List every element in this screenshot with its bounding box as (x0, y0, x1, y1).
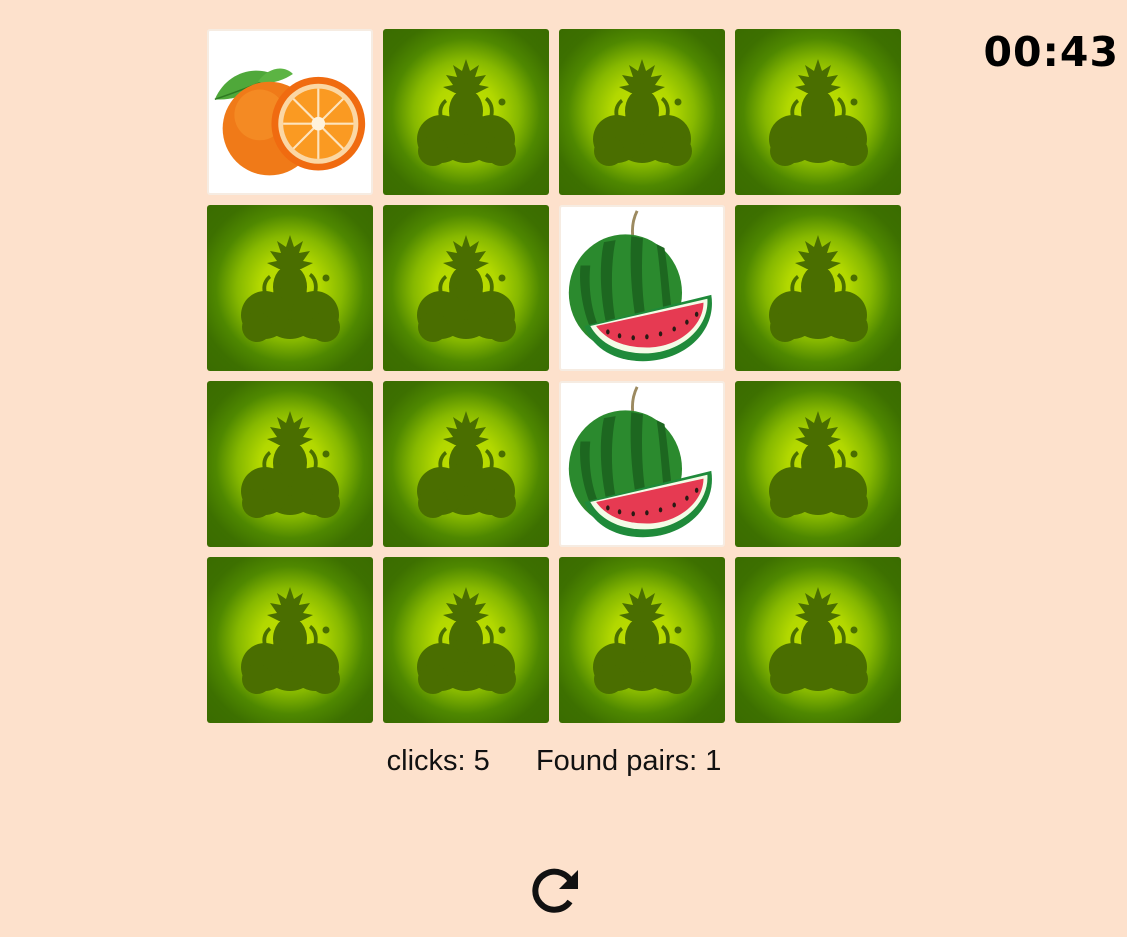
card-face-down[interactable] (559, 557, 725, 723)
fruit-silhouette-icon (417, 411, 516, 518)
card-orange[interactable] (207, 29, 373, 195)
clicks-label: clicks: (386, 745, 466, 777)
fruit-silhouette-icon (769, 235, 868, 342)
fruit-silhouette-icon (769, 587, 868, 694)
watermelon-icon (568, 386, 712, 538)
card-face-down[interactable] (559, 29, 725, 195)
clicks-count: 5 (473, 745, 490, 777)
card-watermelon[interactable] (559, 381, 725, 547)
game-stats: clicks: 5 Found pairs: 1 (207, 744, 901, 778)
orange-icon (214, 68, 366, 176)
card-face-down[interactable] (383, 29, 549, 195)
found-pairs-count: 1 (705, 745, 722, 777)
found-pairs-label: Found pairs: (535, 745, 698, 777)
fruit-silhouette-icon (593, 587, 692, 694)
card-face-down[interactable] (735, 381, 901, 547)
fruit-silhouette-icon (241, 235, 340, 342)
fruit-silhouette-icon (593, 59, 692, 166)
fruit-silhouette-icon (417, 59, 516, 166)
fruit-silhouette-icon (769, 59, 868, 166)
game-timer: 00:43 (983, 28, 1119, 76)
card-face-down[interactable] (383, 205, 549, 371)
restart-icon (532, 868, 578, 913)
card-face-down[interactable] (207, 205, 373, 371)
card-face-down[interactable] (383, 557, 549, 723)
fruit-silhouette-icon (417, 235, 516, 342)
card-face-down[interactable] (735, 29, 901, 195)
restart-button[interactable] (527, 862, 583, 918)
card-face-down[interactable] (207, 381, 373, 547)
fruit-silhouette-icon (241, 587, 340, 694)
card-face-down[interactable] (735, 205, 901, 371)
fruit-silhouette-icon (769, 411, 868, 518)
card-face-down[interactable] (383, 381, 549, 547)
fruit-silhouette-icon (417, 587, 516, 694)
card-watermelon[interactable] (559, 205, 725, 371)
fruit-silhouette-icon (241, 411, 340, 518)
card-face-down[interactable] (207, 557, 373, 723)
watermelon-icon (568, 210, 712, 362)
card-grid (207, 29, 901, 723)
card-face-down[interactable] (735, 557, 901, 723)
